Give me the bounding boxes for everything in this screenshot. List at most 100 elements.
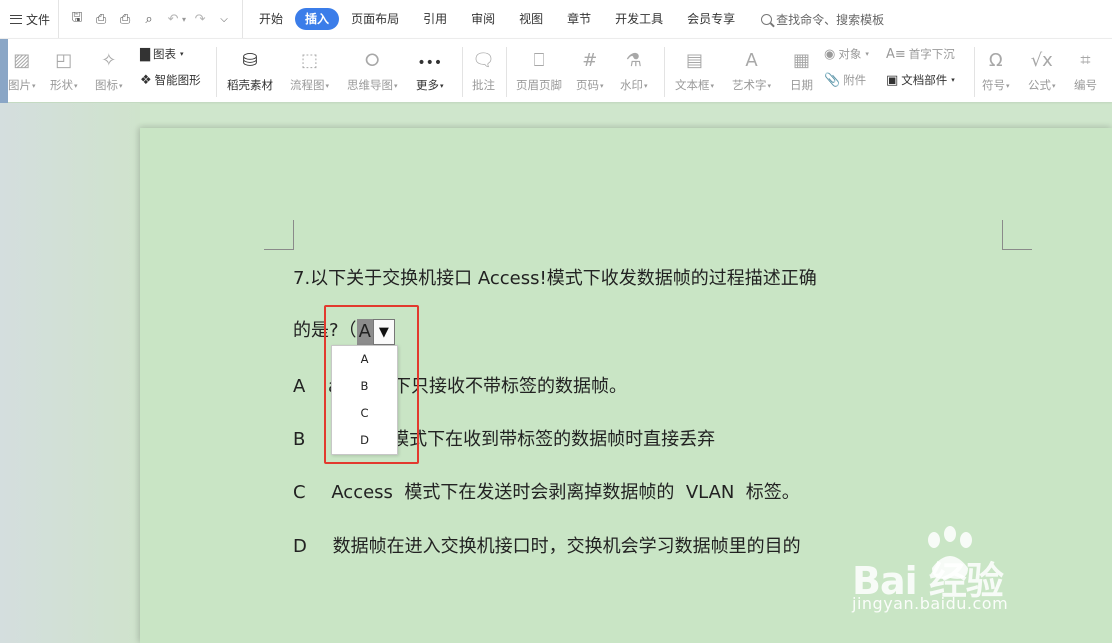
insert-ribbon: ▨ 图片▾ ◰ 形状▾ ✧ 图标▾ ▇ 图表 ▾ ❖ 智能图形 ⛁ 稻壳素材 ⬚ … [0, 38, 1112, 103]
icons-grid-icon: ✧ [101, 50, 117, 71]
baidu-jingyan-watermark: Bai 经验 jingyan.baidu.com [852, 526, 1102, 628]
shape-button[interactable]: ◰ 形状▾ [50, 45, 78, 93]
tab-member[interactable]: 会员专享 [675, 8, 747, 30]
page-number-button[interactable]: # 页码▾ [576, 45, 604, 93]
file-menu-button[interactable]: 文件 [0, 0, 58, 38]
file-menu-label: 文件 [26, 12, 51, 27]
chart-button[interactable]: ▇ 图表 ▾ [140, 46, 184, 62]
attachment-label: 附件 [843, 73, 867, 87]
symbol-label: 符号 [982, 78, 1005, 92]
ribbon-separator [462, 47, 463, 97]
mindmap-icon: ⭘ [365, 50, 380, 71]
numbering-label: 编号 [1074, 78, 1097, 92]
flowchart-label: 流程图 [290, 78, 325, 92]
hamburger-icon [10, 14, 22, 24]
picture-label: 图片 [8, 78, 31, 92]
header-footer-button[interactable]: ⎕ 页眉页脚 [516, 45, 562, 93]
dropcap-icon: A≡ [886, 46, 906, 62]
ribbon-separator [974, 47, 975, 97]
ribbon-separator [216, 47, 217, 97]
daoke-material-label: 稻壳素材 [227, 78, 273, 92]
customize-chevron-icon[interactable]: ⌵ [214, 9, 234, 29]
tab-page-layout[interactable]: 页面布局 [339, 8, 411, 30]
question-line-1[interactable]: 7.以下关于交换机接口 Access!模式下收发数据帧的过程描述正确 [293, 264, 817, 290]
date-button[interactable]: ▦ 日期 [790, 45, 813, 93]
formula-label: 公式 [1028, 78, 1051, 92]
watermark-label: 水印 [620, 78, 643, 92]
textbox-label: 文本框 [675, 78, 710, 92]
option-d[interactable]: D 数据帧在进入交换机接口时，交换机会学习数据帧里的目的 [293, 532, 801, 558]
export-pdf-icon[interactable]: ⎙ [91, 9, 111, 29]
picture-icon: ▨ [13, 50, 31, 71]
option-letter: D [293, 536, 307, 557]
watermark-url: jingyan.baidu.com [852, 594, 1009, 613]
tab-home[interactable]: 开始 [247, 8, 295, 30]
wordart-button[interactable]: A 艺术字▾ [732, 45, 771, 93]
more-button[interactable]: ••• 更多▾ [416, 45, 444, 93]
smart-graphic-label: 智能图形 [154, 73, 201, 87]
tab-references[interactable]: 引用 [411, 8, 459, 30]
doc-parts-button[interactable]: ▣ 文档部件 ▾ [886, 72, 955, 88]
tab-review[interactable]: 审阅 [459, 8, 507, 30]
command-search[interactable]: 查找命令、搜索模板 [761, 11, 884, 28]
ribbon-left-edge [0, 39, 8, 103]
numbering-button[interactable]: ⌗ 编号 [1074, 45, 1097, 93]
formula-icon: √x [1030, 50, 1053, 71]
mindmap-button[interactable]: ⭘ 思维导图▾ [347, 45, 398, 93]
object-button[interactable]: ◉ 对象 ▾ [824, 46, 869, 62]
quick-access-toolbar: 🖫 ⎙ ⎙ ⌕ ↶ ▾ ↷ ⌵ [58, 0, 236, 38]
textbox-button[interactable]: ▤ 文本框▾ [675, 45, 714, 93]
header-footer-icon: ⎕ [533, 50, 545, 71]
option-c[interactable]: C Access 模式下在发送时会剥离掉数据帧的 VLAN 标签。 [293, 478, 800, 504]
dropcap-button[interactable]: A≡ 首字下沉 [886, 46, 955, 62]
calendar-icon: ▦ [792, 50, 810, 71]
watermark-button[interactable]: ⚗ 水印▾ [620, 45, 648, 93]
numbering-icon: ⌗ [1080, 50, 1091, 71]
picture-button[interactable]: ▨ 图片▾ [8, 45, 36, 93]
margin-corner-top-right [1002, 220, 1032, 250]
doc-parts-icon: ▣ [886, 72, 899, 88]
watermark-icon: ⚗ [625, 50, 642, 71]
undo-icon[interactable]: ↶ [163, 9, 183, 29]
ribbon-separator [664, 47, 665, 97]
tab-developer[interactable]: 开发工具 [603, 8, 675, 30]
doc-parts-label: 文档部件 [901, 73, 948, 87]
paperclip-icon: 📎 [824, 72, 841, 88]
redo-icon[interactable]: ↷ [190, 9, 210, 29]
more-label: 更多 [416, 78, 439, 92]
option-text: Access 模式下在发送时会剥离掉数据帧的 VLAN 标签。 [331, 482, 800, 503]
ribbon-tabs: 开始 插入 页面布局 引用 审阅 视图 章节 开发工具 会员专享 [242, 0, 747, 38]
undo-caret-icon[interactable]: ▾ [182, 15, 186, 24]
object-label: 对象 [838, 47, 862, 61]
save-icon[interactable]: 🖫 [67, 9, 87, 29]
object-icon: ◉ [824, 46, 836, 62]
comment-label: 批注 [472, 78, 495, 92]
print-preview-icon[interactable]: ⌕ [139, 9, 159, 29]
tab-view[interactable]: 视图 [507, 8, 555, 30]
icon-library-button[interactable]: ✧ 图标▾ [95, 45, 123, 93]
daoke-material-button[interactable]: ⛁ 稻壳素材 [227, 45, 273, 93]
tab-insert[interactable]: 插入 [295, 8, 340, 30]
symbol-button[interactable]: Ω 符号▾ [982, 45, 1010, 93]
tab-section[interactable]: 章节 [555, 8, 603, 30]
bar-chart-icon: ▇ [140, 46, 150, 62]
page-number-label: 页码 [576, 78, 599, 92]
formula-button[interactable]: √x 公式▾ [1028, 45, 1056, 93]
date-label: 日期 [790, 78, 813, 92]
margin-corner-top-left [264, 220, 294, 250]
attachment-button[interactable]: 📎 附件 [824, 72, 866, 88]
flowchart-button[interactable]: ⬚ 流程图▾ [290, 45, 329, 93]
shape-icon: ◰ [55, 50, 73, 71]
smart-graphic-button[interactable]: ❖ 智能图形 [140, 72, 201, 88]
option-letter: C [293, 482, 306, 503]
comment-button[interactable]: 🗨 批注 [472, 45, 495, 93]
option-text: 数据帧在进入交换机接口时，交换机会学习数据帧里的目的 [332, 536, 801, 557]
option-letter: A [293, 376, 306, 397]
print-icon[interactable]: ⎙ [115, 9, 135, 29]
ribbon-separator [506, 47, 507, 97]
header-footer-label: 页眉页脚 [516, 78, 562, 92]
omega-icon: Ω [988, 50, 1003, 71]
search-label: 查找命令、搜索模板 [776, 12, 885, 27]
menu-bar: 文件 🖫 ⎙ ⎙ ⌕ ↶ ▾ ↷ ⌵ 开始 插入 页面布局 引用 审阅 视图 章节… [0, 0, 1112, 38]
mindmap-label: 思维导图 [347, 78, 393, 92]
